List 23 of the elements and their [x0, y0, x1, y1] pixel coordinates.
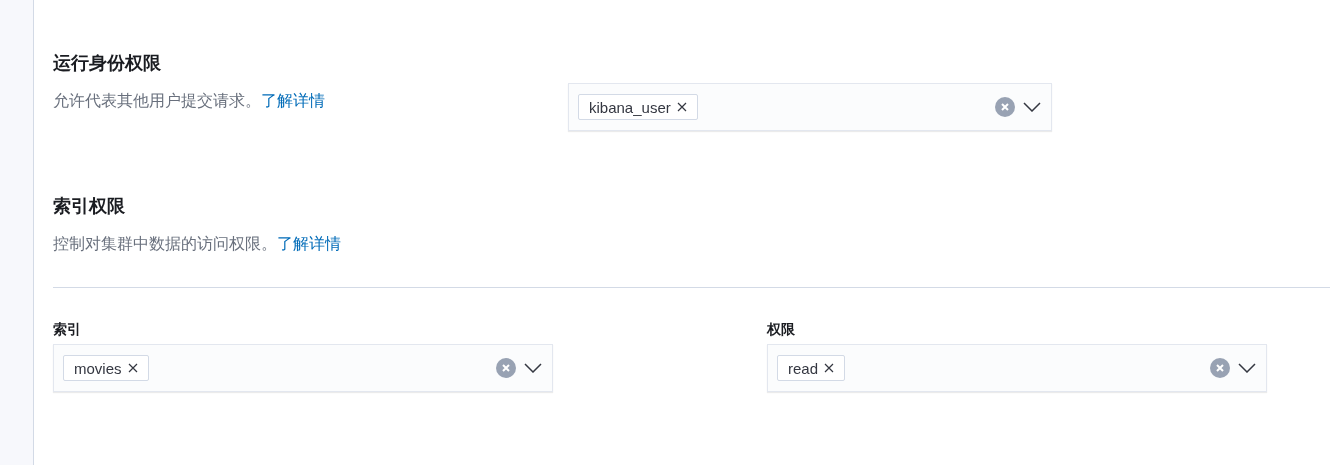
learn-more-link[interactable]: 了解详情: [261, 92, 325, 109]
tag-label: read: [788, 359, 819, 377]
tag-label: kibana_user: [589, 98, 671, 116]
combo-box[interactable]: kibana_user: [568, 83, 1052, 131]
clear-icon[interactable]: [496, 358, 516, 378]
field-label: 权限: [767, 320, 796, 338]
caret-icon[interactable]: [1023, 102, 1041, 112]
clear-icon[interactable]: [995, 97, 1015, 117]
remove-icon[interactable]: [676, 102, 687, 112]
caret-icon[interactable]: [524, 363, 542, 373]
learn-more-link[interactable]: 了解详情: [277, 235, 341, 252]
tag-label: movies: [74, 359, 122, 377]
field-label: 索引: [53, 320, 82, 338]
combo-box[interactable]: movies: [53, 344, 553, 392]
clear-icon[interactable]: [1210, 358, 1230, 378]
combo-box[interactable]: read: [767, 344, 1267, 392]
section-title: 运行身份权限: [53, 52, 162, 75]
caret-icon[interactable]: [1238, 363, 1256, 373]
section-description: 控制对集群中数据的访问权限。了解详情: [53, 234, 342, 254]
section-description: 允许代表其他用户提交请求。了解详情: [53, 91, 326, 111]
remove-icon[interactable]: [824, 363, 835, 373]
remove-icon[interactable]: [127, 363, 138, 373]
section-title: 索引权限: [53, 195, 126, 218]
